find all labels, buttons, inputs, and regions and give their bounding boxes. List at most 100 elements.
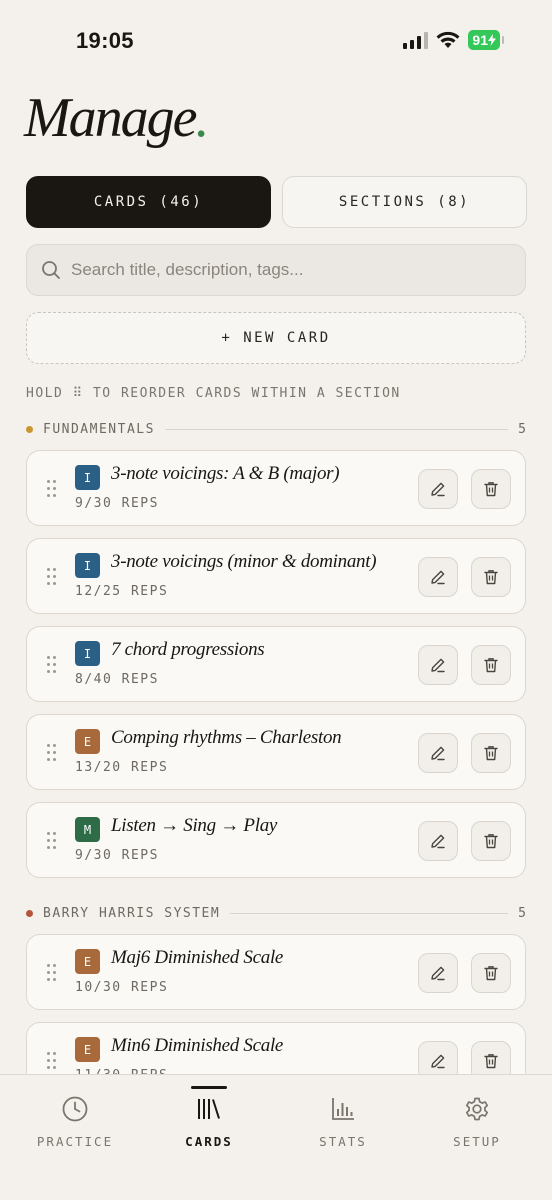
section-name: FUNDAMENTALS: [43, 421, 155, 437]
edit-button[interactable]: [418, 469, 458, 509]
delete-button[interactable]: [471, 733, 511, 773]
card-reps: 10/30 REPS: [75, 980, 169, 995]
level-badge: I: [75, 553, 100, 578]
bar-chart-icon: [332, 1098, 354, 1120]
search-bar: [26, 244, 526, 296]
status-bar: 19:05 91: [0, 0, 552, 80]
card-reps: 9/30 REPS: [75, 496, 159, 511]
nav-stats[interactable]: STATS: [274, 1075, 412, 1165]
level-badge: E: [75, 949, 100, 974]
delete-button[interactable]: [471, 645, 511, 685]
page-title-dot: .: [195, 87, 210, 149]
nav-label: PRACTICE: [36, 1134, 114, 1149]
trash-icon: [484, 1054, 498, 1069]
pencil-icon: [431, 482, 445, 497]
delete-button[interactable]: [471, 953, 511, 993]
clock-icon: [62, 1096, 88, 1122]
nav-label: CARDS: [185, 1134, 233, 1149]
edit-button[interactable]: [418, 821, 458, 861]
drag-handle-icon[interactable]: [47, 568, 57, 586]
reorder-hint: HOLD ⠿ TO REORDER CARDS WITHIN A SECTION: [26, 386, 401, 401]
pencil-icon: [431, 966, 445, 981]
charging-bolt-icon: [488, 34, 496, 46]
section-color-dot: [26, 425, 33, 433]
drag-handle-icon[interactable]: [47, 832, 57, 850]
card-row[interactable]: M Listen → Sing → Play 9/30 REPS: [26, 802, 526, 878]
edit-button[interactable]: [418, 557, 458, 597]
trash-icon: [484, 658, 498, 673]
gear-icon: [465, 1097, 489, 1121]
trash-icon: [484, 746, 498, 761]
card-row[interactable]: E Comping rhythms – Charleston 13/20 REP…: [26, 714, 526, 790]
cellular-signal-icon: [403, 31, 429, 49]
drag-handle-icon[interactable]: [47, 964, 57, 982]
section-header-barry-harris: BARRY HARRIS SYSTEM 5: [26, 904, 526, 922]
tab-sections[interactable]: SECTIONS (8): [282, 176, 527, 228]
card-title: Comping rhythms – Charleston: [111, 727, 342, 748]
pencil-icon: [431, 834, 445, 849]
delete-button[interactable]: [471, 469, 511, 509]
edit-button[interactable]: [418, 645, 458, 685]
card-title: Min6 Diminished Scale: [111, 1035, 284, 1056]
nav-practice[interactable]: PRACTICE: [6, 1075, 144, 1165]
card-title: 7 chord progressions: [111, 639, 265, 660]
new-card-button[interactable]: + NEW CARD: [26, 312, 526, 364]
edit-button[interactable]: [418, 733, 458, 773]
section-divider: [164, 428, 509, 430]
library-icon: [198, 1099, 220, 1119]
card-reps: 12/25 REPS: [75, 584, 169, 599]
wifi-icon: [436, 31, 460, 48]
delete-button[interactable]: [471, 557, 511, 597]
trash-icon: [484, 482, 498, 497]
nav-cards[interactable]: CARDS: [140, 1075, 278, 1165]
level-badge: I: [75, 641, 100, 666]
status-time: 19:05: [76, 28, 134, 53]
card-title: 3-note voicings (minor & dominant): [111, 551, 377, 572]
section-count: 5: [518, 905, 526, 921]
drag-handle-icon[interactable]: [47, 744, 57, 762]
card-row[interactable]: E Maj6 Diminished Scale 10/30 REPS: [26, 934, 526, 1010]
pencil-icon: [431, 658, 445, 673]
card-row[interactable]: I 7 chord progressions 8/40 REPS: [26, 626, 526, 702]
drag-handle-icon[interactable]: [47, 480, 57, 498]
pencil-icon: [431, 746, 445, 761]
section-divider: [230, 912, 509, 914]
level-badge: M: [75, 817, 100, 842]
delete-button[interactable]: [471, 821, 511, 861]
status-indicators: 91: [403, 30, 504, 50]
trash-icon: [484, 834, 498, 849]
battery-indicator: 91: [468, 30, 504, 50]
page-title-text: Manage: [24, 87, 198, 149]
tab-cards[interactable]: CARDS (46): [26, 176, 271, 228]
page-title: Manage.: [24, 86, 210, 150]
battery-level: 91: [472, 32, 488, 48]
trash-icon: [484, 966, 498, 981]
card-title: Listen → Sing → Play: [111, 815, 278, 836]
edit-button[interactable]: [418, 953, 458, 993]
section-color-dot: [26, 909, 33, 917]
card-title: 3-note voicings: A & B (major): [111, 463, 340, 484]
card-title: Maj6 Diminished Scale: [111, 947, 284, 968]
card-row[interactable]: I 3-note voicings: A & B (major) 9/30 RE…: [26, 450, 526, 526]
nav-label: SETUP: [453, 1134, 501, 1149]
level-badge: I: [75, 465, 100, 490]
card-row[interactable]: I 3-note voicings (minor & dominant) 12/…: [26, 538, 526, 614]
drag-handle-icon[interactable]: [47, 1052, 57, 1070]
section-name: BARRY HARRIS SYSTEM: [43, 905, 221, 921]
card-reps: 8/40 REPS: [75, 672, 159, 687]
level-badge: E: [75, 729, 100, 754]
nav-setup[interactable]: SETUP: [408, 1075, 546, 1165]
trash-icon: [484, 570, 498, 585]
pencil-icon: [431, 1054, 445, 1069]
search-input[interactable]: [71, 260, 501, 280]
pencil-icon: [431, 570, 445, 585]
card-reps: 13/20 REPS: [75, 760, 169, 775]
section-count: 5: [518, 421, 526, 437]
card-reps: 9/30 REPS: [75, 848, 159, 863]
search-icon: [42, 261, 60, 279]
bottom-nav: PRACTICE CARDS STATS SETUP: [0, 1074, 552, 1200]
drag-handle-icon[interactable]: [47, 656, 57, 674]
nav-label: STATS: [319, 1134, 367, 1149]
section-header-fundamentals: FUNDAMENTALS 5: [26, 420, 526, 438]
level-badge: E: [75, 1037, 100, 1062]
